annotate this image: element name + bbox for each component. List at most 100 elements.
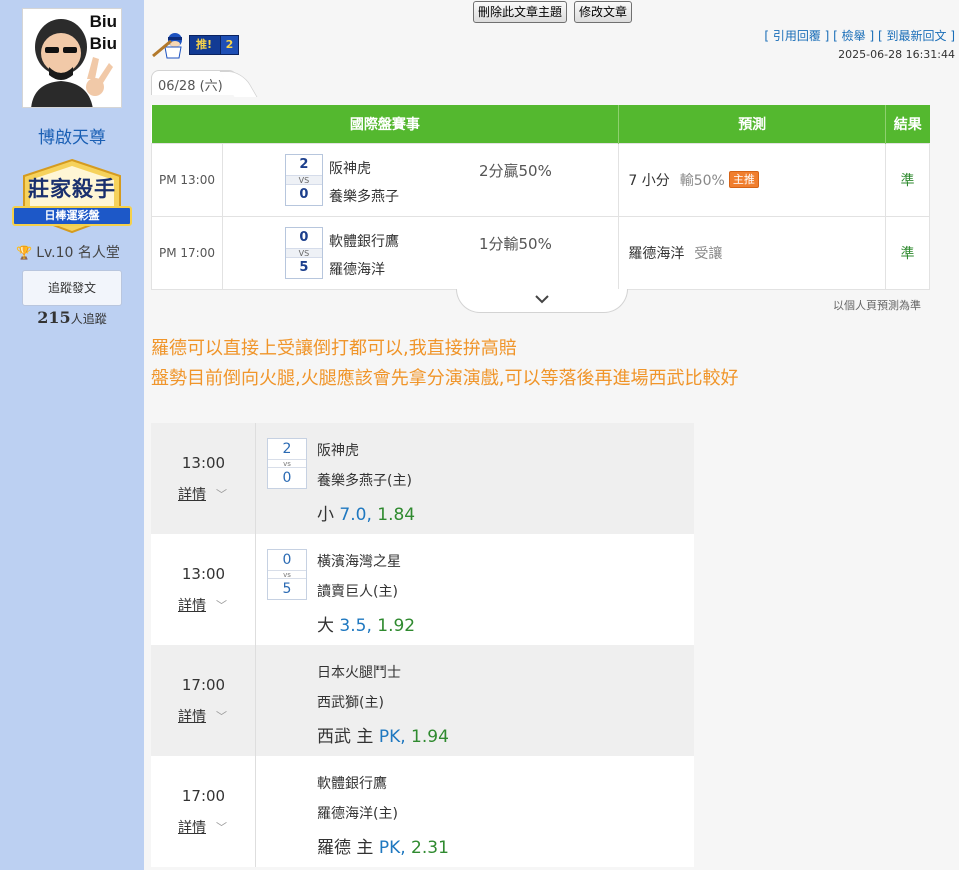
header-prediction: 預測 [618, 105, 887, 143]
report-link[interactable]: 檢舉 [842, 29, 866, 43]
team-away: 阪神虎 [317, 443, 359, 459]
level-text: Lv.10 名人堂 [36, 245, 120, 261]
detail-link[interactable]: 詳情 [178, 817, 206, 837]
chevron-down-icon[interactable]: ﹀ [216, 597, 227, 613]
detail-link[interactable]: 詳情 [178, 595, 206, 615]
latest-reply-link[interactable]: 到最新回文 [886, 29, 946, 43]
score-home: 5 [299, 259, 309, 275]
author-sidebar: Biu Biu 博啟天尊 莊家殺手 日棒運彩盤 🏆 Lv.10 名人堂 追蹤發文 2… [0, 0, 144, 870]
prediction-pick: 7 小分 [628, 172, 670, 189]
prediction-cell: 7 小分 輸50% 主推 [618, 142, 887, 216]
push-label: 推! [196, 38, 213, 51]
chevron-down-icon [535, 295, 549, 304]
featured-tag: 主推 [728, 170, 759, 188]
badge-title: 莊家殺手 [28, 176, 116, 201]
game-time-cell: 17:00 詳情 ﹀ [151, 756, 256, 867]
table-row: PM 13:00 2 VS 0 阪神虎 養樂多燕子 2分贏50% 7 小分 輸50… [151, 142, 930, 216]
game-time: 17:00 [181, 676, 226, 694]
analysis-line: 盤勢目前倒向火腿,火腿應該會先拿分演演戲,可以等落後再進場西武比較好 [151, 368, 739, 389]
date-tab-label: 06/28 (六) [158, 79, 223, 94]
edit-post-button[interactable]: 修改文章 [574, 1, 633, 23]
pick-odds: 大 3.5, 1.92 [317, 611, 415, 636]
game-time-cell: 13:00 詳情 ﹀ [151, 534, 256, 645]
game-time-cell: 13:00 詳情 ﹀ [151, 423, 256, 534]
score-home: 0 [282, 470, 292, 486]
basis-note: 以個人頁預測為準 [833, 299, 921, 312]
team-away: 橫濱海灣之星 [317, 554, 401, 570]
expand-table-button[interactable] [456, 289, 628, 313]
score-home: 5 [282, 581, 292, 597]
trophy-icon: 🏆 [16, 246, 33, 261]
followers-number: 215 [37, 308, 71, 327]
game-time: 13:00 [181, 454, 226, 472]
pick-line: 7.0, [339, 505, 372, 525]
pick: 西武 主 [317, 727, 374, 747]
prediction-table-header: 國際盤賽事 預測 結果 [151, 105, 930, 143]
detail-link[interactable]: 詳情 [178, 706, 206, 726]
prediction-cell: 羅德海洋 受讓 [618, 215, 887, 290]
prediction-outcome: 受讓 [694, 245, 723, 262]
game-result: 2分贏50% [478, 161, 552, 180]
game-time: 13:00 [181, 565, 226, 583]
pick-odds: 羅德 主 PK, 2.31 [317, 833, 449, 858]
result-cell: 準 [885, 142, 930, 216]
game-time: PM 17:00 [151, 215, 223, 290]
team-away: 日本火腿鬥士 [317, 665, 401, 681]
score-away: 2 [282, 441, 292, 457]
detail-link[interactable]: 詳情 [178, 484, 206, 504]
result-cell: 準 [885, 215, 930, 290]
prediction-pick: 羅德海洋 [628, 245, 685, 262]
pick-payout: 1.92 [377, 616, 416, 636]
followers-label: 人追蹤 [70, 312, 107, 326]
avatar[interactable]: Biu Biu [22, 8, 122, 108]
pick-odds: 小 7.0, 1.84 [317, 500, 415, 525]
team-away: 軟體銀行鷹 [328, 233, 399, 250]
vs-label: vs [268, 459, 306, 468]
vs-label: vs [268, 570, 306, 579]
score-box: 2 VS 0 [284, 153, 323, 206]
vs-label: VS [285, 247, 322, 258]
score-away: 0 [299, 229, 309, 245]
game-cell: 2 VS 0 阪神虎 養樂多燕子 2分贏50% [222, 142, 620, 216]
score-box: 0 VS 5 [284, 226, 323, 279]
list-item: 13:00 詳情 ﹀ 0 vs 5 橫濱海灣之星 讀賣巨人(主) 大 3.5, … [151, 534, 694, 645]
pick-payout: 1.94 [411, 727, 449, 747]
delete-topic-button[interactable]: 刪除此文章主題 [473, 1, 568, 23]
post-links: [ 引用回覆 ] [ 檢舉 ] [ 到最新回文 ] [764, 29, 955, 43]
follow-posts-button[interactable]: 追蹤發文 [22, 270, 122, 306]
post-timestamp: 2025-06-28 16:31:44 [838, 48, 955, 61]
score-away: 0 [282, 552, 292, 568]
username[interactable]: 博啟天尊 [0, 123, 144, 148]
team-home: 羅德海洋 [328, 261, 385, 278]
team-home: 養樂多燕子 [328, 188, 399, 205]
list-item: 17:00 詳情 ﹀ 日本火腿鬥士 西武獅(主) 西武 主 PK, 1.94 [151, 645, 694, 756]
pick: 大 [317, 616, 334, 636]
date-tab[interactable]: 06/28 (六) [151, 70, 237, 95]
vs-label: VS [285, 174, 322, 185]
team-home: 羅德海洋(主) [317, 806, 398, 822]
pick-payout: 2.31 [411, 838, 449, 858]
quote-reply-link[interactable]: 引用回覆 [773, 29, 821, 43]
score-home: 0 [299, 186, 309, 202]
chevron-down-icon[interactable]: ﹀ [216, 486, 227, 502]
game-result: 1分輸50% [478, 234, 552, 253]
pick-odds: 西武 主 PK, 1.94 [317, 722, 449, 747]
badge-subtitle: 日棒運彩盤 [12, 206, 132, 226]
chevron-down-icon[interactable]: ﹀ [216, 708, 227, 724]
team-away: 阪神虎 [328, 160, 371, 177]
list-item: 17:00 詳情 ﹀ 軟體銀行鷹 羅德海洋(主) 羅德 主 PK, 2.31 [151, 756, 694, 867]
team-away: 軟體銀行鷹 [317, 776, 387, 792]
pick: 小 [317, 505, 334, 525]
table-row: PM 17:00 0 VS 5 軟體銀行鷹 羅德海洋 1分輸50% 羅德海洋 受讓… [151, 215, 930, 290]
pick-payout: 1.84 [377, 505, 416, 525]
baseball-mascot-icon [152, 33, 182, 59]
avatar-nickname: Biu Biu [89, 12, 117, 53]
header-result: 結果 [885, 105, 930, 143]
pick-line: PK, [378, 838, 406, 858]
team-home: 讀賣巨人(主) [317, 584, 398, 600]
analysis-text: 羅德可以直接上受讓倒打都可以,我直接拚高賠 盤勢目前倒向火腿,火腿應該會先拿分演… [151, 334, 738, 394]
chevron-down-icon[interactable]: ﹀ [216, 819, 227, 835]
game-time-cell: 17:00 詳情 ﹀ [151, 645, 256, 756]
pick-line: PK, [378, 727, 406, 747]
push-button[interactable]: 推! 2 [189, 35, 239, 55]
